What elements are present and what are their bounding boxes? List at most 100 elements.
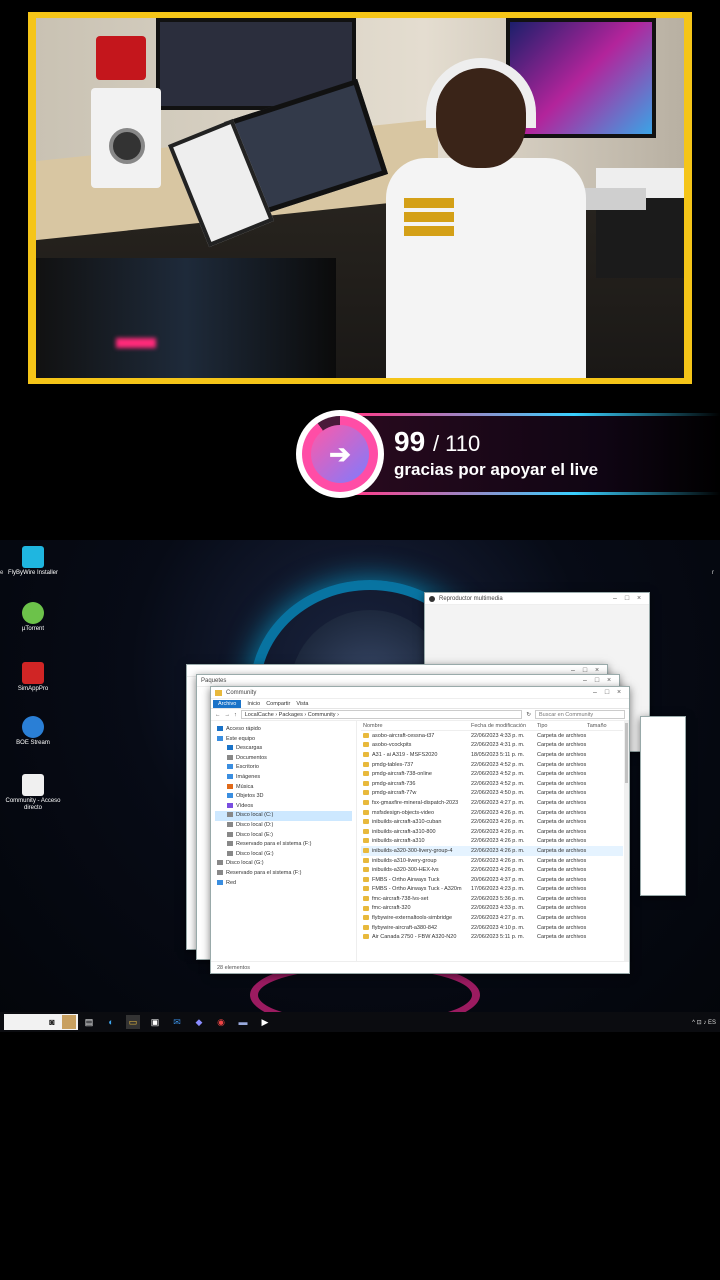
table-row[interactable]: inibuilds-a310-livery-group 22/06/2023 4:… — [361, 856, 623, 866]
tab-archivo[interactable]: Archivo — [213, 699, 242, 708]
store-icon[interactable]: ▣ — [148, 1015, 162, 1029]
task-view-icon[interactable]: ▤ — [82, 1015, 96, 1029]
nav-item[interactable]: Reservado para el sistema (F:) — [215, 869, 352, 879]
column-date[interactable]: Fecha de modificación — [471, 723, 537, 729]
table-row[interactable]: fmc-aircraft-738-lvs-set 22/06/2023 5:36 … — [361, 894, 623, 904]
up-arrow-icon[interactable]: ↑ — [234, 712, 237, 718]
search-input[interactable]: Buscar en Community — [535, 710, 625, 719]
column-name[interactable]: Nombre — [361, 723, 471, 729]
close-button[interactable]: × — [633, 595, 645, 602]
nav-item-label: Imágenes — [236, 773, 261, 780]
table-row[interactable]: flybywire-externaltools-simbridge 22/06/2… — [361, 913, 623, 923]
table-row[interactable]: FMBS - Ortho Airways Tuck 20/06/2023 4:37… — [361, 875, 623, 885]
refresh-icon[interactable]: ↻ — [526, 712, 531, 718]
table-row[interactable]: asobo-aircraft-cessna-t37 22/06/2023 4:33… — [361, 731, 623, 741]
folder-icon — [363, 838, 369, 844]
nav-item[interactable]: Escritorio — [215, 763, 352, 773]
taskbar-search[interactable]: ◙ — [4, 1014, 78, 1030]
table-row[interactable]: A31 - ai A319 - MSFS2020 18/05/2023 5:11 … — [361, 750, 623, 760]
nav-item[interactable]: Disco local (D:) — [215, 821, 352, 831]
column-size[interactable]: Tamaño — [587, 723, 623, 729]
table-row[interactable]: asobo-vcockpits 22/06/2023 4:31 p. m. Carp… — [361, 741, 623, 751]
column-type[interactable]: Tipo — [537, 723, 587, 729]
forward-arrow-icon[interactable]: → — [225, 712, 231, 718]
desktop-icon-community-shortcut[interactable]: Community - Acceso directo — [5, 774, 61, 812]
nav-item[interactable]: Disco local (E:) — [215, 831, 352, 841]
nav-item[interactable]: Red — [215, 879, 352, 889]
nav-item[interactable]: Reservado para el sistema (F:) — [215, 840, 352, 850]
explorer-window[interactable]: Community – □ × Archivo Inicio Compartir… — [210, 686, 630, 974]
edge-icon[interactable]: ◐ — [104, 1015, 118, 1029]
row-name: fmc-aircraft-738-lvs-set — [361, 896, 471, 902]
table-row[interactable]: inibuilds-a320-300-HEX-lvs 22/06/2023 4:2… — [361, 865, 623, 875]
chrome-icon[interactable]: ◉ — [214, 1015, 228, 1029]
nav-item[interactable]: Disco local (G:) — [215, 850, 352, 860]
table-row[interactable]: pmdg-aircraft-738-online 22/06/2023 4:52 … — [361, 769, 623, 779]
table-row[interactable]: pmdg-tables-737 22/06/2023 4:52 p. m. Carp… — [361, 760, 623, 770]
maximize-button[interactable]: □ — [621, 595, 633, 602]
table-row[interactable]: inibuilds-aircraft-a310-800 22/06/2023 4:… — [361, 827, 623, 837]
back-arrow-icon[interactable]: ← — [215, 712, 221, 718]
row-type: Carpeta de archivos — [537, 809, 587, 816]
table-row[interactable]: msfsdesign-objects-video 22/06/2023 4:26 … — [361, 808, 623, 818]
desktop-icon-simapppro[interactable]: SimAppPro — [5, 662, 61, 693]
nav-item-icon — [227, 754, 233, 760]
boe-icon — [22, 716, 44, 738]
folder-icon — [363, 761, 369, 767]
close-button[interactable]: × — [613, 689, 625, 696]
desktop-icon-utorrent[interactable]: µTorrent — [5, 602, 61, 633]
table-row[interactable]: fmc-aircraft-320 22/06/2023 4:33 p. m. Car… — [361, 904, 623, 914]
nav-item[interactable]: Vídeos — [215, 802, 352, 812]
nav-item-label: Descargas — [236, 745, 263, 752]
nav-item[interactable]: Disco local (C:) — [215, 811, 352, 821]
nav-item[interactable]: Documentos — [215, 754, 352, 764]
system-tray[interactable]: ^ ⊡ ♪ ES — [692, 1019, 716, 1026]
row-date: 20/06/2023 4:37 p. m. — [471, 876, 525, 883]
row-date: 18/05/2023 5:11 p. m. — [471, 751, 525, 758]
folder-icon — [363, 915, 369, 921]
nav-item-label: Reservado para el sistema (F:) — [236, 841, 312, 848]
table-row[interactable]: inibuilds-aircraft-a310-cuban 22/06/2023 … — [361, 817, 623, 827]
tab-compartir[interactable]: Compartir — [266, 701, 290, 707]
table-row[interactable]: fsx-gmaxfire-mineral-dispatch-2023 22/06/… — [361, 798, 623, 808]
table-row[interactable]: pmdg-aircraft-77w 22/06/2023 4:50 p. m. Ca… — [361, 789, 623, 799]
desktop-icon-boe[interactable]: BOE Stream — [5, 716, 61, 747]
table-row[interactable]: pmdg-aircraft-736 22/06/2023 4:52 p. m. Ca… — [361, 779, 623, 789]
minimize-button[interactable]: – — [609, 595, 621, 602]
table-row[interactable]: FMBS - Ortho Airways Tuck - A320m 17/06/2… — [361, 885, 623, 895]
vertical-scrollbar[interactable] — [624, 721, 629, 961]
nav-item[interactable]: Objetos 3D — [215, 792, 352, 802]
row-type: Carpeta de archivos — [537, 742, 587, 749]
table-row[interactable]: Air Canada 2750 - FBW A320-N20 22/06/2023… — [361, 932, 623, 942]
nav-item[interactable]: Este equipo — [215, 735, 352, 745]
desktop-icon-flybywire[interactable]: FlyByWire Installer — [5, 546, 61, 577]
nav-item[interactable]: Acceso rápido — [215, 725, 352, 735]
table-row[interactable]: inibuilds-a320-300-livery-group-4 22/06/2… — [361, 846, 623, 856]
table-row[interactable]: inibuilds-aircraft-a310 22/06/2023 4:26 p… — [361, 837, 623, 847]
row-name: Air Canada 2750 - FBW A320-N20 — [361, 934, 471, 940]
media-player-taskbar-icon[interactable]: ▶ — [258, 1015, 272, 1029]
table-row[interactable]: flybywire-aircraft-a380-842 22/06/2023 4:… — [361, 923, 623, 933]
app-icon[interactable]: ▬ — [236, 1015, 250, 1029]
tab-vista[interactable]: Vista — [296, 701, 308, 707]
file-explorer-icon[interactable]: ▭ — [126, 1015, 140, 1029]
tab-inicio[interactable]: Inicio — [247, 701, 260, 707]
mail-icon[interactable]: ✉ — [170, 1015, 184, 1029]
row-name: pmdg-aircraft-736 — [361, 781, 471, 787]
row-name-text: msfsdesign-objects-video — [372, 809, 435, 816]
address-bar[interactable]: LocalCache › Packages › Community › — [240, 710, 523, 719]
nav-item[interactable]: Disco local (G:) — [215, 859, 352, 869]
minimize-button[interactable]: – — [589, 689, 601, 696]
row-name-text: asobo-vcockpits — [372, 742, 412, 749]
teams-icon[interactable]: ◆ — [192, 1015, 206, 1029]
screen: ➔ 99 / 110 gracias por apoyar el live e … — [0, 0, 720, 1280]
nav-item[interactable]: Música — [215, 783, 352, 793]
nav-item-icon — [227, 783, 233, 789]
maximize-button[interactable]: □ — [601, 689, 613, 696]
nav-item[interactable]: Imágenes — [215, 773, 352, 783]
row-name: fsx-gmaxfire-mineral-dispatch-2023 — [361, 800, 471, 806]
side-window[interactable] — [640, 716, 686, 896]
nav-item[interactable]: Descargas — [215, 744, 352, 754]
row-type: Carpeta de archivos — [537, 934, 587, 941]
row-type: Carpeta de archivos — [537, 895, 587, 902]
